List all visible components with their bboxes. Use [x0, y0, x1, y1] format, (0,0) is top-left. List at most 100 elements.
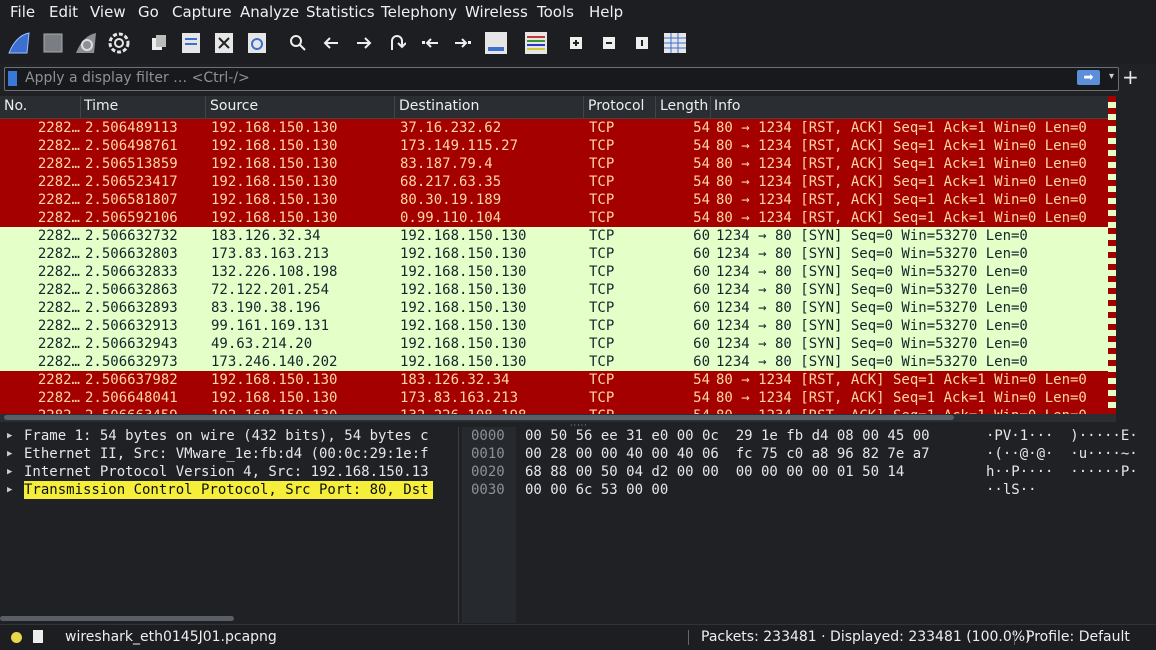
auto-scroll-icon[interactable] [483, 30, 509, 56]
packet-rows: 2282… 2.506489113 192.168.150.130 37.16.232… [0, 119, 1108, 414]
capture-comment-icon[interactable] [33, 630, 43, 643]
column-header-source[interactable]: Source [210, 98, 258, 114]
apply-filter-icon[interactable]: ➡ [1077, 70, 1100, 85]
expert-info-led-icon[interactable] [11, 632, 22, 643]
cell-destination: 192.168.150.130 [400, 336, 527, 352]
menu-analyze[interactable]: Analyze [240, 3, 299, 21]
packet-row[interactable]: 2282… 2.506632913 99.161.169.131 192.168.15… [0, 317, 1108, 335]
status-profile[interactable]: Profile: Default [1026, 629, 1130, 645]
reload-file-icon[interactable] [244, 30, 270, 56]
packet-row[interactable]: 2282… 2.506489113 192.168.150.130 37.16.232… [0, 119, 1108, 137]
packet-bytes-pane[interactable]: 0000 00 50 56 ee 31 e0 00 0c 29 1e fb d4 … [462, 427, 1156, 623]
detail-tree-item[interactable]: ▶ Ethernet II, Src: VMware_1e:fb:d4 (00:0… [0, 445, 458, 463]
packet-row[interactable]: 2282… 2.506632732 183.126.32.34 192.168.150… [0, 227, 1108, 245]
packet-row[interactable]: 2282… 2.506632803 173.83.163.213 192.168.15… [0, 245, 1108, 263]
cell-destination: 192.168.150.130 [400, 354, 527, 370]
cell-time: 2.506513859 [85, 156, 178, 172]
packet-row[interactable]: 2282… 2.506632943 49.63.214.20 192.168.150.… [0, 335, 1108, 353]
expand-arrow-icon[interactable]: ▶ [7, 445, 12, 463]
filter-bookmark-icon[interactable] [8, 71, 17, 86]
packet-row[interactable]: 2282… 2.506632893 83.190.38.196 192.168.150… [0, 299, 1108, 317]
open-file-icon[interactable] [146, 30, 172, 56]
cell-length: 54 [693, 156, 710, 172]
detail-tree-item[interactable]: ▶ Frame 1: 54 bytes on wire (432 bits), 5… [0, 427, 458, 445]
menu-go[interactable]: Go [138, 3, 159, 21]
menu-capture[interactable]: Capture [172, 3, 232, 21]
menu-statistics[interactable]: Statistics [306, 3, 375, 21]
last-packet-icon[interactable] [450, 30, 476, 56]
packet-list[interactable]: No. Time Source Destination Protocol Len… [0, 96, 1116, 414]
column-header-time[interactable]: Time [84, 98, 118, 114]
column-separator[interactable] [80, 96, 81, 118]
capture-options-icon[interactable] [106, 30, 132, 56]
scrollbar-thumb[interactable] [4, 415, 954, 420]
packet-row[interactable]: 2282… 2.506632973 173.246.140.202 192.168.1… [0, 353, 1108, 371]
details-hscrollbar[interactable] [0, 616, 234, 621]
menu-wireless[interactable]: Wireless [465, 3, 528, 21]
zoom-out-icon[interactable] [596, 30, 622, 56]
cell-length: 60 [693, 264, 710, 280]
detail-tree-label: Frame 1: 54 bytes on wire (432 bits), 54… [24, 428, 429, 444]
go-back-icon[interactable] [318, 30, 344, 56]
menu-view[interactable]: View [90, 3, 126, 21]
detail-tree-item[interactable]: ▶ Transmission Control Protocol, Src Port… [0, 481, 458, 499]
filter-history-dropdown-icon[interactable]: ▾ [1109, 71, 1114, 82]
find-packet-icon[interactable] [285, 30, 311, 56]
cell-length: 54 [693, 390, 710, 406]
stop-capture-icon[interactable] [40, 30, 66, 56]
shark-fin-start-icon[interactable] [6, 30, 32, 56]
column-separator[interactable] [583, 96, 584, 118]
column-separator[interactable] [655, 96, 656, 118]
column-header-destination[interactable]: Destination [399, 98, 479, 114]
expand-arrow-icon[interactable]: ▶ [7, 481, 12, 499]
column-separator[interactable] [205, 96, 206, 118]
menu-tools[interactable]: Tools [537, 3, 574, 21]
zoom-in-icon[interactable] [563, 30, 589, 56]
packet-row[interactable]: 2282… 2.506592106 192.168.150.130 0.99.110.… [0, 209, 1108, 227]
cell-source: 192.168.150.130 [211, 174, 338, 190]
packet-row[interactable]: 2282… 2.506581807 192.168.150.130 80.30.19.… [0, 191, 1108, 209]
column-header-protocol[interactable]: Protocol [588, 98, 644, 114]
go-forward-icon[interactable] [351, 30, 377, 56]
packet-row[interactable]: 2282… 2.506498761 192.168.150.130 173.149.1… [0, 137, 1108, 155]
menu-help[interactable]: Help [589, 3, 623, 21]
packet-row[interactable]: 2282… 2.506632863 72.122.201.254 192.168.15… [0, 281, 1108, 299]
packet-row[interactable]: 2282… 2.506513859 192.168.150.130 83.187.79… [0, 155, 1108, 173]
column-header-no[interactable]: No. [4, 98, 27, 114]
colorize-icon[interactable] [523, 30, 549, 56]
add-filter-button-icon[interactable]: + [1122, 65, 1139, 89]
column-separator[interactable] [394, 96, 395, 118]
menu-file[interactable]: File [10, 3, 35, 21]
cell-length: 54 [693, 192, 710, 208]
menu-telephony[interactable]: Telephony [381, 3, 457, 21]
column-header-length[interactable]: Length [660, 98, 708, 114]
packet-details-pane[interactable]: ▶ Frame 1: 54 bytes on wire (432 bits), 5… [0, 427, 459, 623]
cell-source: 99.161.169.131 [211, 318, 330, 334]
packet-row[interactable]: 2282… 2.506632833 132.226.108.198 192.168.1… [0, 263, 1108, 281]
packet-row[interactable]: 2282… 2.506523417 192.168.150.130 68.217.63… [0, 173, 1108, 191]
first-packet-icon[interactable] [417, 30, 443, 56]
cell-time: 2.506648041 [85, 390, 178, 406]
expand-arrow-icon[interactable]: ▶ [7, 427, 12, 445]
packet-minimap-scrollbar[interactable] [1108, 96, 1116, 414]
column-header-info[interactable]: Info [714, 98, 741, 114]
cell-time: 2.506632943 [85, 336, 178, 352]
close-file-icon[interactable] [211, 30, 237, 56]
cell-protocol: TCP [589, 174, 615, 190]
packet-row[interactable]: 2282… 2.506637982 192.168.150.130 183.126.3… [0, 371, 1108, 389]
display-filter-input[interactable]: Apply a display filter … <Ctrl-/> ➡ ▾ [4, 67, 1119, 91]
restart-capture-icon[interactable] [73, 30, 99, 56]
column-separator[interactable] [710, 96, 711, 118]
packet-list-hscrollbar[interactable] [0, 414, 1116, 422]
cell-info: 80 → 1234 [RST, ACK] Seq=1 Ack=1 Win=0 L… [716, 390, 1087, 406]
go-to-packet-icon[interactable] [384, 30, 410, 56]
packet-row[interactable]: 2282… 2.506663459 192.168.150.130 132.226.1… [0, 407, 1108, 414]
detail-tree-item[interactable]: ▶ Internet Protocol Version 4, Src: 192.1… [0, 463, 458, 481]
menu-edit[interactable]: Edit [49, 3, 78, 21]
normal-size-icon[interactable] [629, 30, 655, 56]
expand-arrow-icon[interactable]: ▶ [7, 463, 12, 481]
resize-columns-icon[interactable] [662, 30, 688, 56]
cell-source: 192.168.150.130 [211, 138, 338, 154]
save-file-icon[interactable] [178, 30, 204, 56]
packet-row[interactable]: 2282… 2.506648041 192.168.150.130 173.83.16… [0, 389, 1108, 407]
